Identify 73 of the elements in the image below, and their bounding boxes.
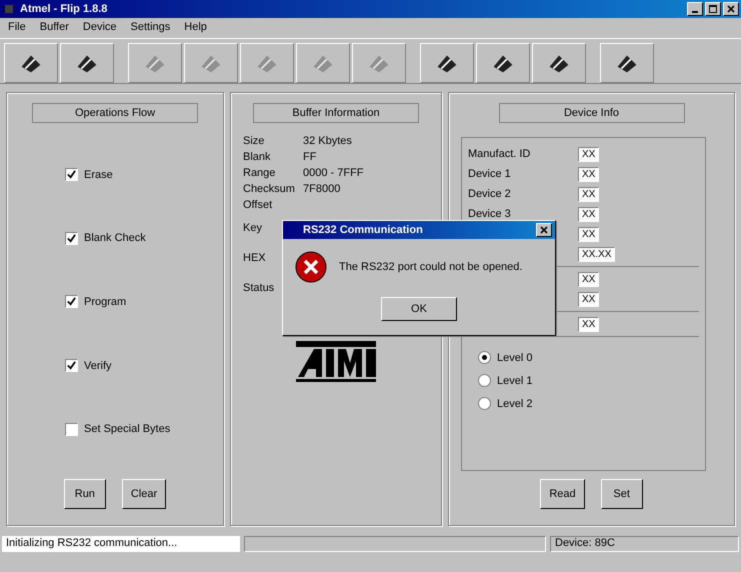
field-label: HEX (243, 252, 267, 264)
radio-label: Level 1 (497, 374, 532, 386)
field-label: Blank (243, 151, 272, 163)
field-value: 7F8000 (303, 183, 340, 195)
status-device: Device: 89C (550, 536, 739, 552)
menu-item[interactable]: Settings (130, 21, 170, 35)
action-button[interactable]: Read (540, 479, 585, 509)
toolbar-button[interactable] (600, 43, 654, 83)
field-label: Manufact. ID (468, 148, 530, 160)
value-field: XX (578, 226, 600, 242)
field-label: Checksum (243, 183, 296, 195)
field-label: Key (243, 222, 263, 234)
field-label: Offset (243, 199, 274, 211)
menu-item[interactable]: Buffer (40, 21, 69, 35)
close-icon (540, 226, 548, 234)
checkbox-label: Blank Check (84, 232, 146, 244)
value-field: XX (578, 166, 600, 182)
checkbox-label: Verify (84, 360, 112, 372)
error-icon (295, 251, 327, 283)
field-label: Device 1 (468, 168, 511, 180)
checkbox-label: Erase (84, 168, 113, 181)
value-field: XX (578, 186, 600, 202)
value-field: XX (578, 272, 600, 286)
action-button[interactable]: Set (600, 479, 643, 509)
toolbar-button[interactable] (420, 43, 474, 83)
toolbar-button[interactable] (4, 43, 58, 83)
radio-label: Level 2 (497, 398, 532, 410)
radio-button[interactable] (478, 374, 491, 387)
close-icon (727, 5, 735, 13)
dialog-title: RS232 Communication (303, 224, 423, 236)
close-button[interactable] (536, 223, 552, 237)
checkbox[interactable] (65, 295, 78, 308)
menu-item[interactable]: File (8, 21, 26, 35)
checkbox[interactable] (65, 422, 78, 436)
close-button[interactable] (723, 2, 739, 16)
field-label: Device 3 (468, 208, 511, 220)
value-field: XX (578, 146, 600, 162)
checkbox[interactable] (65, 168, 78, 182)
minimize-button[interactable] (687, 2, 703, 16)
checkbox-label: Set Special Bytes (84, 423, 170, 436)
field-value: FF (303, 151, 316, 163)
field-label: Size (243, 135, 266, 147)
value-field: XX (578, 292, 600, 306)
radio-label: Level 0 (497, 352, 532, 364)
field-value: 0000 - 7FFF (303, 167, 364, 179)
panel-title: Operations Flow (32, 103, 198, 123)
value-field: XX (578, 316, 600, 332)
field-label: Status (243, 282, 276, 294)
toolbar-button[interactable] (60, 43, 114, 83)
checkbox[interactable] (65, 232, 78, 245)
field-label: Device 2 (468, 188, 511, 200)
checkbox-label: Program (84, 296, 126, 308)
field-value: 32 Kbytes (303, 135, 352, 147)
maximize-button[interactable] (705, 2, 721, 16)
maximize-icon (709, 5, 717, 13)
status-message: Initializing RS232 communication... (2, 536, 240, 552)
menu-item[interactable]: Device (82, 21, 117, 35)
toolbar-button[interactable] (532, 43, 586, 83)
action-button[interactable]: Clear (122, 479, 166, 509)
toolbar-button[interactable] (476, 43, 530, 83)
dialog-message: The RS232 port could not be opened. (339, 261, 522, 273)
value-field: XX (578, 206, 600, 222)
panel-title: Buffer Information (253, 103, 419, 123)
value-field: XX.XX (578, 246, 616, 262)
field-label: Range (243, 167, 276, 179)
radio-button[interactable] (478, 351, 491, 364)
checkbox[interactable] (65, 359, 78, 372)
window-title: Atmel - Flip 1.8.8 (20, 3, 108, 15)
action-button[interactable]: Run (64, 479, 106, 509)
menu-item[interactable]: Help (184, 21, 207, 35)
panel-title: Device Info (498, 103, 684, 123)
ok-button[interactable]: OK (381, 297, 457, 321)
radio-button[interactable] (478, 397, 491, 410)
